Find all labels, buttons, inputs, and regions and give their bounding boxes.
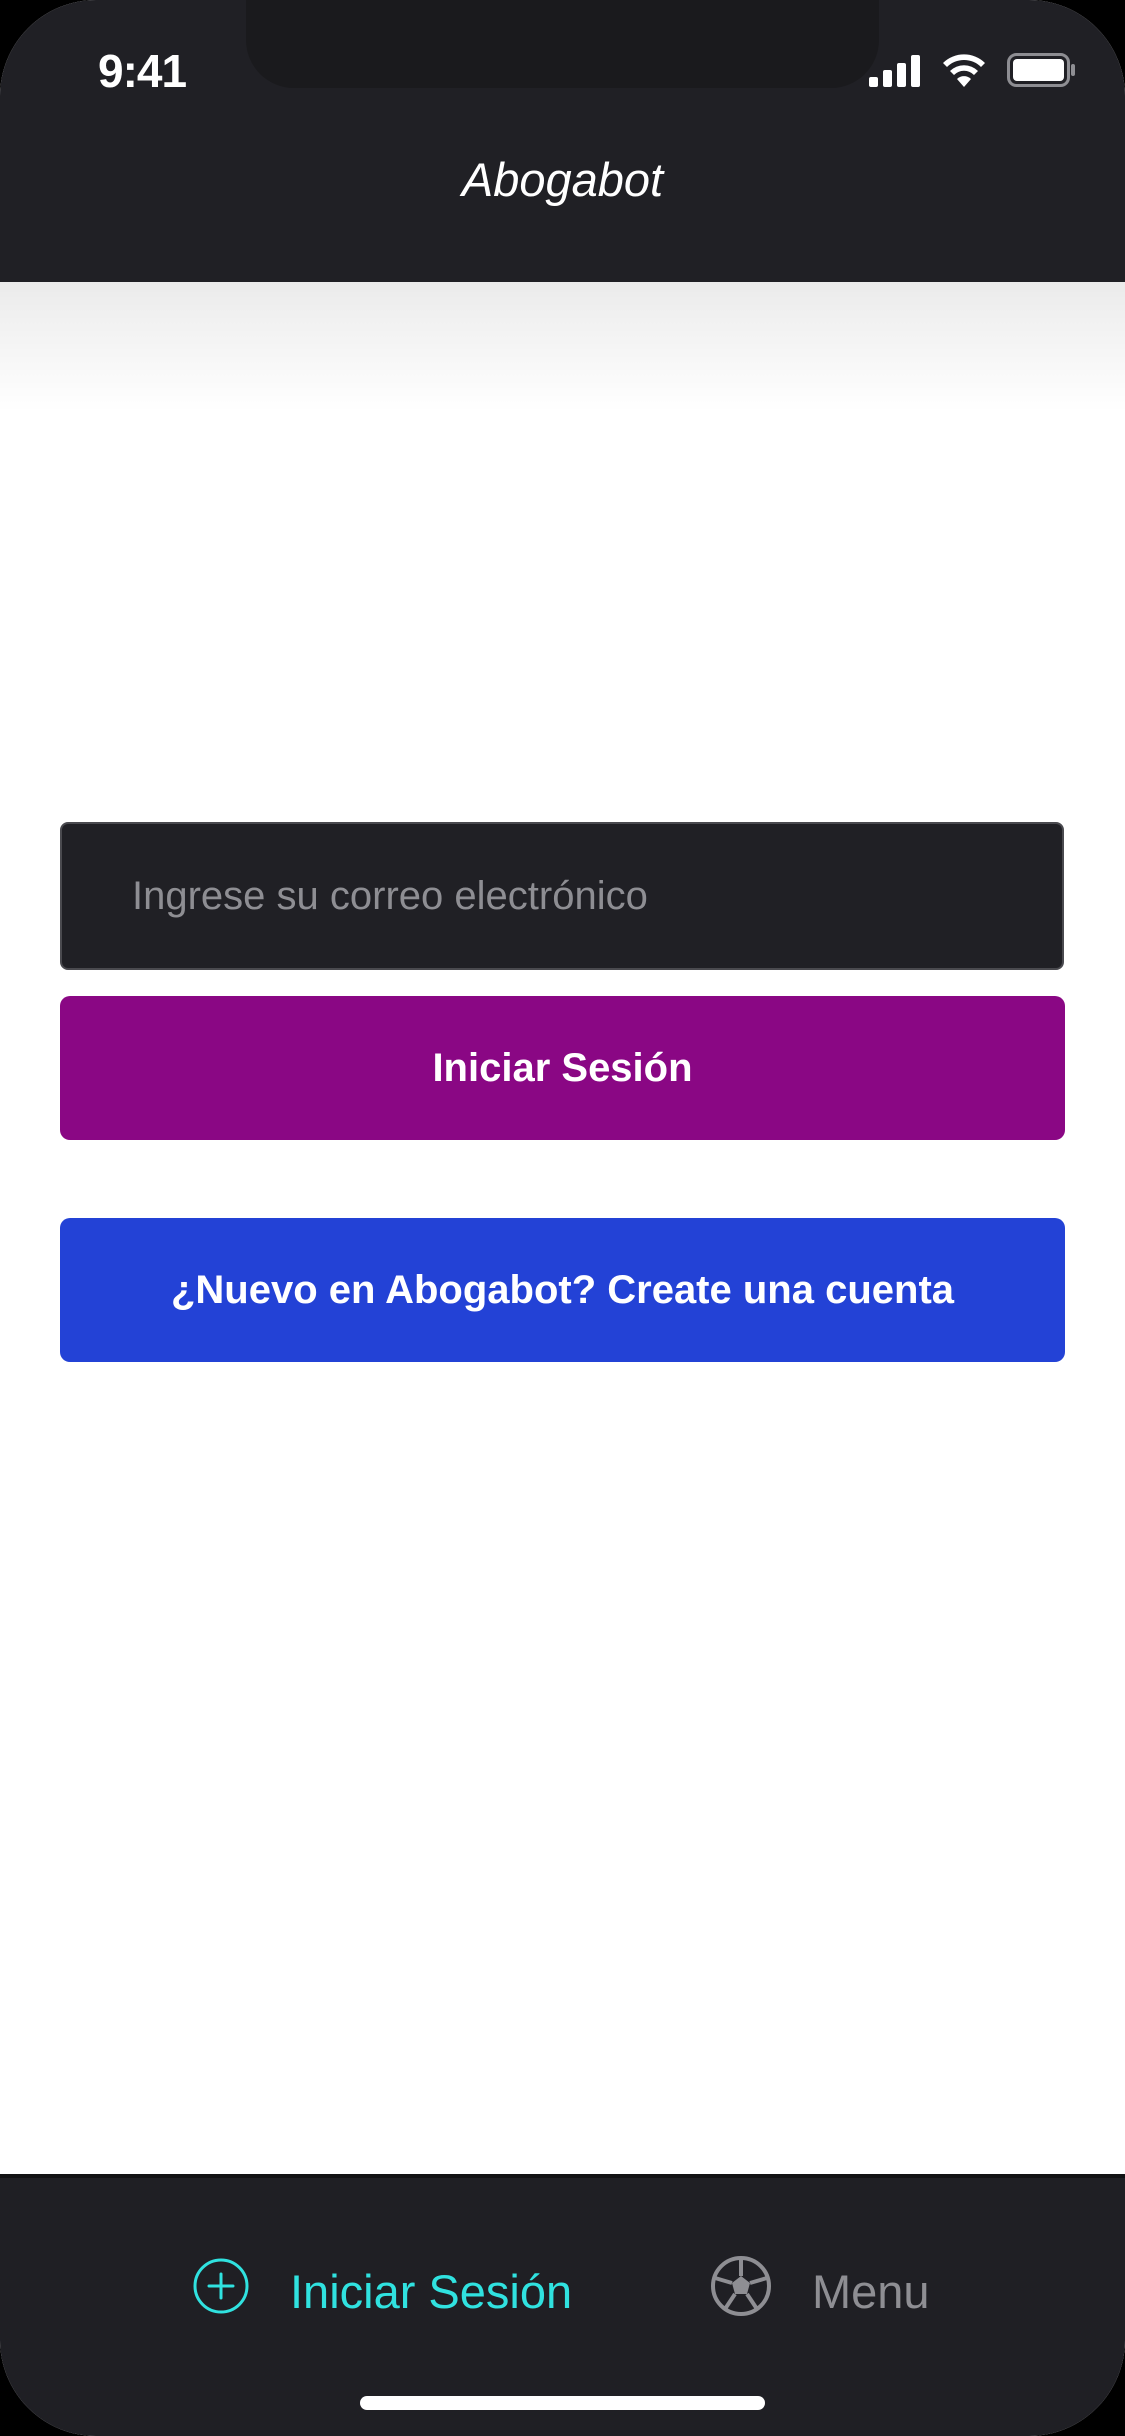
home-indicator[interactable] [360, 2396, 765, 2410]
login-button[interactable]: Iniciar Sesión [60, 996, 1065, 1140]
tab-label: Iniciar Sesión [290, 2264, 573, 2318]
email-field[interactable] [60, 822, 1064, 970]
tab-label: Menu [812, 2264, 930, 2318]
device-notch [246, 0, 879, 88]
battery-icon [1007, 53, 1077, 92]
header-shadow [0, 282, 1125, 412]
page-title: Abogabot [461, 153, 664, 206]
status-icons [869, 53, 1077, 92]
create-account-button[interactable]: ¿Nuevo en Abogabot? Create una cuenta [60, 1218, 1065, 1362]
tab-iniciar-sesion[interactable]: Iniciar Sesión [192, 2256, 572, 2326]
tab-menu[interactable]: Menu [710, 2255, 930, 2328]
app-header: 9:41 Abogabot [0, 0, 1125, 282]
phone-screen: 9:41 Abogabot Ingrese su correo electrón… [0, 0, 1125, 2436]
soccer-ball-icon [710, 2255, 772, 2328]
plus-circle-icon [192, 2257, 250, 2326]
cellular-signal-icon [869, 55, 921, 92]
wifi-icon [941, 53, 987, 92]
status-time: 9:41 [98, 45, 187, 97]
